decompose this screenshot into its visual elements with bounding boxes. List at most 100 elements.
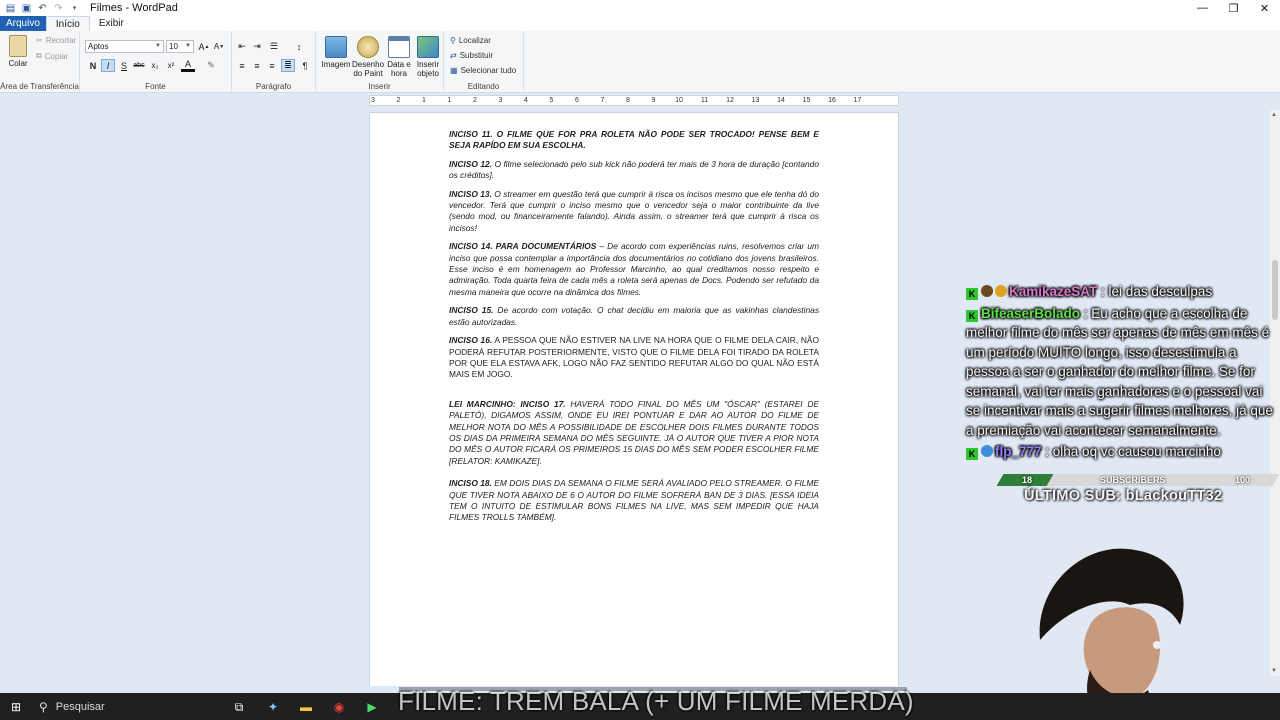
ruler-label: 15	[802, 97, 811, 104]
editing-group-label: Editando	[467, 82, 500, 91]
chrome-icon[interactable]: ◉	[331, 699, 347, 715]
sub-badge-icon	[981, 285, 993, 297]
minimize-button[interactable]: —	[1187, 0, 1218, 16]
wordpad-app-icon: ▤	[5, 2, 16, 14]
align-right-icon[interactable]: ≡	[265, 59, 279, 72]
undo-icon[interactable]: ↶	[37, 3, 48, 14]
paragraph-inciso-14: INCISO 14. PARA DOCUMENTÁRIOS – De acord…	[449, 241, 819, 298]
decrease-indent-icon[interactable]: ⇤	[235, 40, 249, 53]
clipboard-group-label: Área de Transferência	[0, 82, 79, 91]
line-spacing-icon[interactable]: ↕	[292, 40, 306, 53]
align-center-icon[interactable]: ≡	[250, 59, 264, 72]
find-button[interactable]: ⚲ Localizar	[450, 36, 491, 45]
strikethrough-button[interactable]: abc	[132, 59, 146, 72]
find-label: Localizar	[458, 36, 491, 45]
customize-toolbar-icon[interactable]: ▾	[69, 3, 80, 14]
windows-start-icon[interactable]: ⊞	[8, 699, 24, 715]
close-button[interactable]: ✕	[1249, 0, 1280, 16]
superscript-button[interactable]: x²	[164, 59, 178, 72]
chat-username: flp_777	[995, 444, 1042, 459]
kick-badge-icon: K	[966, 448, 978, 460]
search-icon: ⚲	[39, 699, 48, 714]
increase-indent-icon[interactable]: ⇥	[250, 40, 264, 53]
ruler-label: 11	[700, 97, 709, 104]
paragraph-settings-icon[interactable]: ¶	[298, 59, 312, 72]
verified-badge-icon	[981, 445, 993, 457]
paragraph-head: INCISO 12.	[449, 158, 492, 169]
object-icon	[417, 36, 439, 58]
insert-object-button[interactable]: Inserir objeto	[414, 36, 442, 78]
redo-icon[interactable]: ↷	[53, 3, 64, 14]
paragraph-inciso-16: INCISO 16. A PESSOA QUE NÃO ESTIVER NA L…	[449, 335, 819, 381]
copilot-icon[interactable]: ✦	[265, 699, 281, 715]
ruler-label: 9	[651, 97, 656, 104]
paragraph-head: INCISO 13.	[449, 188, 492, 199]
ruler-label: 16	[828, 97, 836, 104]
file-explorer-icon[interactable]: ▬	[298, 699, 314, 715]
document-text[interactable]: INCISO 11. O FILME QUE FOR PRA ROLETA NÃ…	[449, 129, 819, 531]
date-time-label-2: hora	[390, 69, 407, 78]
calendar-icon	[388, 36, 410, 58]
justify-icon[interactable]: ≣	[281, 59, 295, 72]
insert-image-button[interactable]: Imagem	[320, 36, 352, 69]
cut-button[interactable]: ✂ Recortar	[36, 36, 76, 45]
copy-button[interactable]: ⧉ Copiar	[36, 51, 68, 61]
italic-button[interactable]: I	[101, 59, 115, 72]
shrink-font-icon[interactable]: A ▼	[212, 40, 226, 53]
paragraph-body: O filme selecionado pelo sub kick não po…	[449, 158, 819, 181]
ruler-label: 7	[600, 97, 605, 104]
select-all-button[interactable]: ▦ Selecionar tudo	[450, 66, 516, 75]
underline-button[interactable]: S	[117, 59, 131, 72]
paragraph-head: INCISO 11. O FILME QUE FOR PRA ROLETA NÃ…	[449, 129, 819, 151]
taskbar-search[interactable]: ⚲ Pesquisar	[33, 693, 213, 720]
paragraph-inciso-12: INCISO 12. O filme selecionado pelo sub …	[449, 159, 819, 182]
date-time-button[interactable]: Data e hora	[384, 36, 414, 78]
font-size-select[interactable]: 10 ▼	[166, 40, 194, 53]
paragraph-inciso-17: LEI MARCINHO: INCISO 17. HAVERÁ TODO FIN…	[449, 399, 819, 467]
bold-button[interactable]: N	[86, 59, 100, 72]
search-placeholder: Pesquisar	[55, 700, 105, 713]
paragraph-inciso-11: INCISO 11. O FILME QUE FOR PRA ROLETA NÃ…	[449, 129, 819, 152]
align-left-icon[interactable]: ≡	[235, 59, 249, 72]
grow-font-icon[interactable]: A ▲	[197, 40, 211, 53]
ruler-label: 6	[575, 97, 579, 104]
paint-drawing-button[interactable]: Desenho do Paint	[352, 36, 384, 78]
copy-label: Copiar	[44, 51, 69, 61]
scissors-icon: ✂	[36, 36, 43, 45]
window-title: Filmes - WordPad	[90, 2, 178, 14]
stream-chat-overlay: K KamikazeSAT : lei das desculpas K Bifeas…	[966, 282, 1280, 464]
earphone-icon	[1153, 641, 1161, 649]
font-color-icon[interactable]: A	[181, 59, 195, 72]
tab-file[interactable]: Arquivo	[0, 16, 46, 31]
document-page[interactable]: INCISO 11. O FILME QUE FOR PRA ROLETA NÃ…	[369, 112, 899, 686]
ruler[interactable]: 3 2 1 1 2 3 4 5 6 7 8 9 10 11 12 13 14 15 16 17	[369, 95, 899, 106]
insert-group-label: Inserir	[368, 82, 391, 91]
chat-username: BifeaserBolado	[981, 305, 1081, 321]
paragraph-body: EM DOIS DIAS DA SEMANA O FILME SERÁ AVAL…	[449, 478, 819, 523]
paragraph-group: ⇤ ⇥ ☰ ↕ ≡ ≡ ≡ ≣ ¶ Parágrafo	[232, 31, 316, 93]
green-app-icon[interactable]: ▶	[364, 699, 380, 715]
bullets-icon[interactable]: ☰	[267, 40, 281, 53]
task-view-icon[interactable]: ⧉	[231, 699, 247, 715]
tab-view[interactable]: Exibir	[90, 16, 133, 31]
clipboard-group: Colar ✂ Recortar ⧉ Copiar Área de Transf…	[0, 31, 80, 93]
scroll-down-icon[interactable]: ▼	[1271, 668, 1277, 674]
replace-button[interactable]: ⇄ Substituir	[450, 51, 493, 60]
paragraph-head: INCISO 18.	[449, 478, 492, 489]
chat-message: Kflp_777 : olha oq vc causou marcinho	[966, 442, 1280, 462]
highlight-icon[interactable]: ✎	[204, 59, 218, 72]
chat-text: : olha oq vc causou marcinho	[1041, 444, 1221, 459]
scroll-up-icon[interactable]: ▲	[1271, 112, 1277, 118]
paragraph-inciso-15: INCISO 15. De acordo com votação. O chat…	[449, 305, 819, 328]
subscriber-goal-labels: 18 SUBSCRIBERS 100	[1000, 474, 1276, 486]
paste-button[interactable]: Colar	[4, 35, 32, 68]
maximize-button[interactable]: ❐	[1218, 0, 1249, 16]
save-icon[interactable]: ▣	[21, 3, 32, 14]
subscript-button[interactable]: x₂	[148, 59, 162, 72]
tab-home[interactable]: Início	[45, 16, 90, 31]
font-family-select[interactable]: Aptos ▼	[85, 40, 164, 53]
insert-object-label-2: objeto	[417, 69, 439, 78]
paint-label-2: do Paint	[353, 69, 383, 78]
chat-message: K BifeaserBolado : Eu acho que a escolha …	[966, 304, 1280, 441]
select-all-icon: ▦	[450, 66, 458, 75]
